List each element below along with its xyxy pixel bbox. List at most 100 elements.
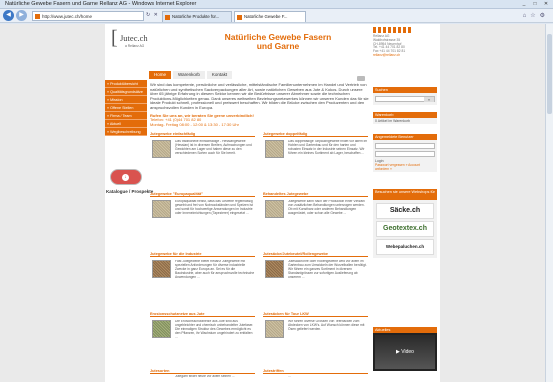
webshops-heading: Besuchen sie unsere Webshops für (373, 189, 437, 200)
nav-aktuell[interactable]: » Aktuell (105, 120, 147, 128)
company-email[interactable]: rellanz@rellanz.ch (373, 53, 437, 58)
window-title: Natürliche Gewebe Fasern und Garne Rella… (5, 1, 197, 7)
product-title[interactable]: Jutegewebe doppelfädig (263, 132, 368, 137)
logo-mark: [ (111, 27, 118, 49)
product-card[interactable]: Jutegewebe doppelfädig Das doppelfädige … (263, 132, 368, 190)
maximize-button[interactable]: □ (530, 0, 540, 8)
product-title[interactable]: Jutegewebe einfachfädig (150, 132, 255, 137)
webshops-box: Besuchen sie unsere Webshops für Säcke.c… (373, 189, 437, 258)
logo-brand: Jutec.ch (120, 33, 148, 43)
print-icon[interactable] (357, 76, 365, 81)
catalog-label[interactable]: Katalogue / Prospekte (106, 189, 153, 194)
back-arrow-icon[interactable]: ◀ (3, 10, 14, 21)
search-input[interactable]: » (375, 96, 435, 102)
scrollbar-thumb[interactable] (547, 34, 552, 114)
search-button[interactable]: » (424, 97, 434, 102)
nav-offene-stellen[interactable]: » Offene Stellen (105, 104, 147, 112)
login-box: Angemeldete Benutzer Login Passwort verg… (373, 134, 437, 172)
browser-toolbar: ◀ ▶ http://www.jutec.ch/home ↻ ✕ Natürli… (0, 9, 553, 23)
download-button[interactable]: ↓DOWNLOAD (110, 169, 142, 197)
nav-firma-team[interactable]: » Firma / Team (105, 112, 147, 120)
address-text: http://www.jutec.ch/home (42, 14, 93, 19)
contact-hours: Montag- Freitag 08:00 - 12:00 & 13:30 - … (150, 121, 239, 127)
page-viewport: [ Jutec.ch a Rellanz AG Natürliche Geweb… (0, 24, 545, 382)
logo-tagline: a Rellanz AG (125, 44, 145, 48)
nav-qualitaet[interactable]: » Qualitätsgrundsätze (105, 88, 147, 96)
cart-text[interactable]: 0 Artikel im Warenkorb (373, 118, 437, 124)
product-image[interactable] (152, 260, 171, 278)
product-text: Das traditionelle einfachfädige - Hessia… (175, 140, 252, 155)
tab-label: Natürliche Gewebe F... (244, 14, 288, 19)
username-field[interactable] (375, 143, 435, 149)
partner-saecke[interactable]: Säcke.ch (376, 203, 434, 219)
partner-geotextex[interactable]: Geotextex.ch (376, 221, 434, 237)
password-field[interactable] (375, 151, 435, 157)
product-image[interactable] (152, 140, 171, 158)
vertical-scrollbar[interactable] (545, 24, 553, 382)
tab-natuerliche-gewebe[interactable]: Natürliche Gewebe F... (234, 11, 306, 22)
product-title[interactable]: Jutesäcke/Jutebeutel/Rollengewebe (263, 252, 368, 257)
product-title[interactable]: Jutesorten (150, 369, 255, 374)
product-title[interactable]: Jutesäcken für Tour LKW (263, 312, 368, 317)
product-card[interactable]: Jutesäcken für Tour LKW Wir führen diver… (263, 312, 368, 370)
product-title[interactable]: Jutestriffen (263, 369, 368, 374)
top-menu: Home Warenkorb Kontakt (149, 71, 234, 79)
menu-kontakt[interactable]: Kontakt (206, 71, 233, 79)
menu-warenkorb[interactable]: Warenkorb (173, 71, 205, 79)
product-card[interactable]: Erosionsschutznetze aus Jute Die Erosion… (150, 312, 255, 370)
forward-arrow-icon[interactable]: ▶ (16, 10, 27, 21)
product-text: ... (288, 375, 291, 378)
menu-home[interactable]: Home (149, 71, 172, 79)
video-box: Aktuelles ▶ Video (373, 327, 437, 371)
product-card[interactable]: Behandeltes Jutegewebe Jutegewebe kann n… (263, 192, 368, 250)
product-image[interactable] (265, 260, 284, 278)
product-text: Die Erosionsschutznetze aus Jute sind au… (175, 320, 254, 339)
address-bar[interactable]: http://www.jutec.ch/home (32, 11, 144, 21)
product-text: Jutegarn findet heute vor allem seinen .… (175, 375, 235, 378)
search-box: Suchen » (373, 87, 437, 105)
product-text: Europaqualität heisst, dass das Gewebe r… (175, 200, 253, 215)
product-card[interactable]: Jutesäcke/Jutebeutel/Rollengewebe Jutesä… (263, 252, 368, 310)
partner-webepaluchen[interactable]: Webepaluchen.ch (376, 239, 434, 255)
nav-mission[interactable]: » Mission (105, 96, 147, 104)
product-image[interactable] (265, 200, 284, 218)
product-card[interactable]: Jutegewebe für die Industrie Fast Jutege… (150, 252, 255, 310)
product-image[interactable] (265, 140, 284, 158)
product-title[interactable]: Erosionsschutznetze aus Jute (150, 312, 255, 317)
forgot-password-link[interactable]: Passwort vergessen » Account anfordern » (375, 163, 435, 171)
product-card[interactable]: Jutestriffen ... (263, 369, 368, 382)
product-text: Jutesäckrohre oder Rollengewebe wird vor… (288, 260, 367, 279)
window-titlebar: Natürliche Gewebe Fasern und Garne Rella… (0, 0, 553, 9)
minimize-button[interactable]: _ (519, 0, 529, 8)
social-icons[interactable] (373, 27, 413, 33)
product-text: Fast Jutegewebe bietet Rellanz Jutegeweb… (175, 260, 255, 279)
close-button[interactable]: ✕ (541, 0, 551, 8)
video-heading: Aktuelles (373, 327, 437, 333)
product-image[interactable] (265, 320, 284, 338)
video-player[interactable]: ▶ Video (375, 335, 435, 369)
product-title[interactable]: Jutegewebe für die Industrie (150, 252, 255, 257)
cart-box: Warenkorb 0 Artikel im Warenkorb (373, 112, 437, 124)
nav-wegbeschreibung[interactable]: » Weglbeschreibung (105, 128, 147, 136)
intro-section: Wir sind das kompetente, persönliche und… (150, 82, 370, 127)
product-text: Wir führen diverse Grössen von Teerbäcke… (288, 320, 365, 331)
nav-produktuebersicht[interactable]: » Produktübersicht (105, 80, 147, 88)
home-favorites-gear-icons[interactable]: ⌂☆⚙ (523, 12, 549, 19)
product-title[interactable]: Behandeltes Jutegewebe (263, 192, 368, 197)
refresh-stop-icons[interactable]: ↻ ✕ (146, 12, 159, 18)
product-card[interactable]: Jutesorten Jutegarn findet heute vor all… (150, 369, 255, 382)
product-title[interactable]: Jutegewebe "Europaqualität" (150, 192, 255, 197)
product-text: Das doppelfädige Tarpaulingewebe findet … (288, 140, 368, 155)
product-image[interactable] (152, 200, 171, 218)
product-card[interactable]: Jutegewebe "Europaqualität" Europaqualit… (150, 192, 255, 250)
product-text: Jutegewebe kann nach der Produktion eine… (288, 200, 365, 215)
web-page: [ Jutec.ch a Rellanz AG Natürliche Geweb… (105, 24, 440, 382)
product-card[interactable]: Jutegewebe einfachfädig Das traditionell… (150, 132, 255, 190)
page-headline: Natürliche Gewebe Fasern und Garne (224, 32, 332, 51)
tab-favicon-icon (165, 15, 170, 20)
intro-text: Wir sind das kompetente, persönliche und… (150, 82, 369, 110)
product-image[interactable] (152, 320, 171, 338)
site-logo[interactable]: [ Jutec.ch a Rellanz AG (111, 27, 155, 53)
tab-natuerliche-produkte[interactable]: Natürliche Produkte für... (162, 11, 232, 22)
company-info: Rellanz AG Waldhofstrasse 35 CH-8954 Neu… (373, 27, 437, 58)
